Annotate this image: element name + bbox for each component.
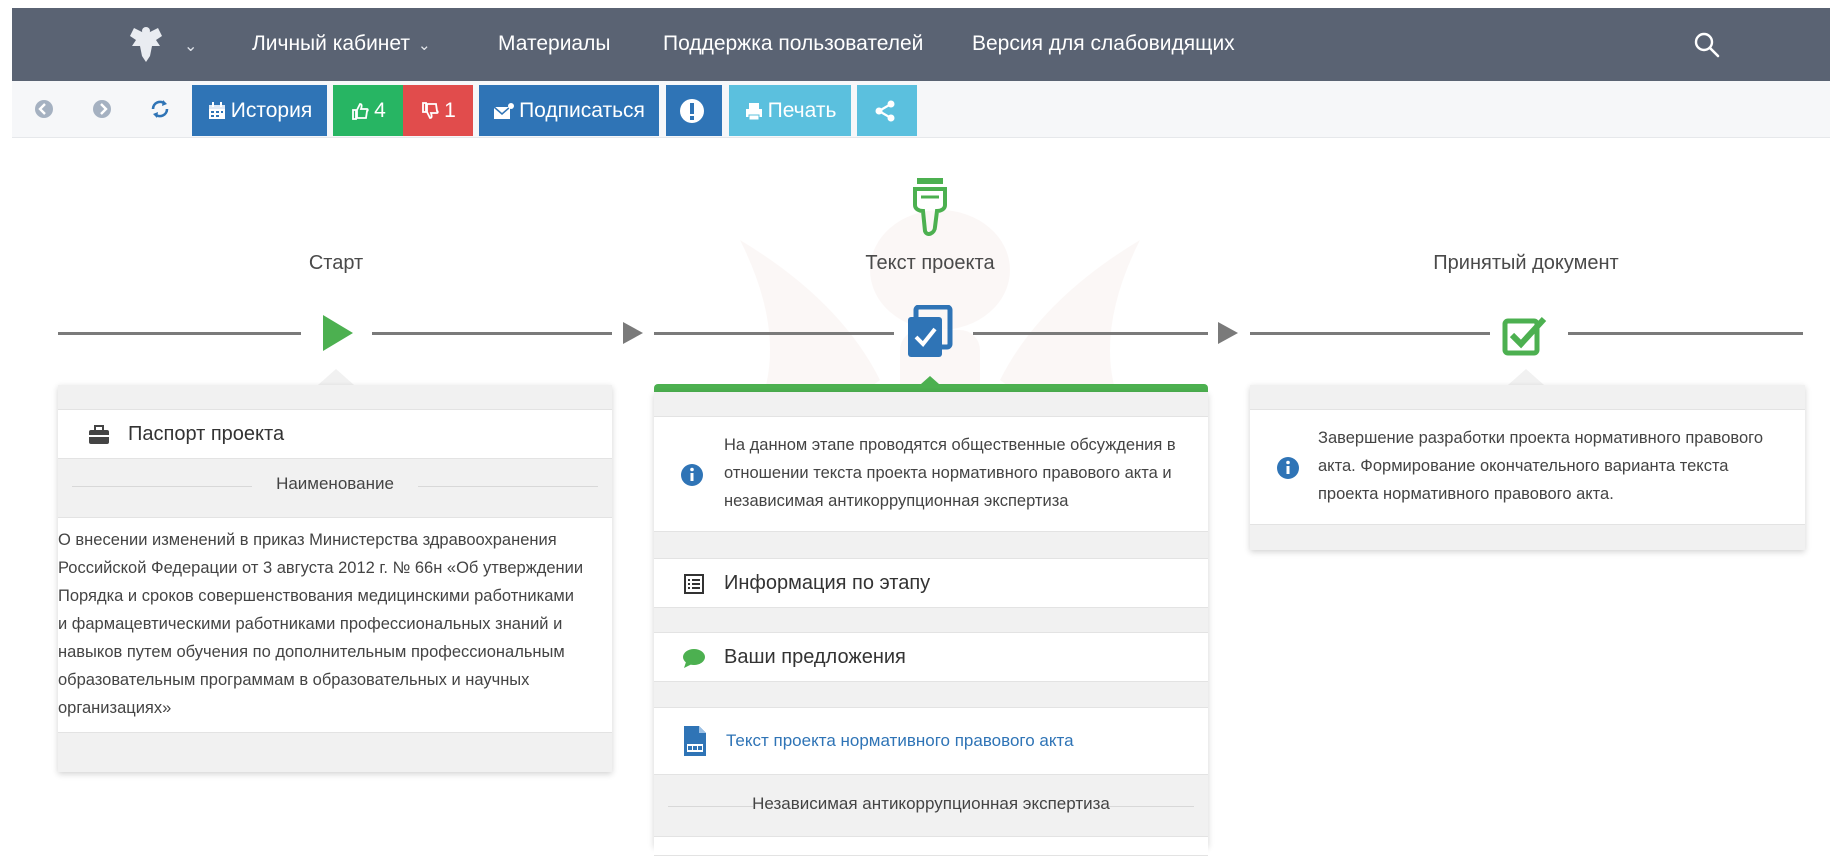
nav-item-label: Поддержка пользователей (663, 32, 924, 55)
share-icon (875, 100, 895, 122)
checked-doc-icon[interactable] (906, 305, 954, 360)
nav-user-support[interactable]: Поддержка пользователей (663, 32, 923, 56)
stage-title-accepted: Принятый документ (1433, 252, 1619, 274)
stage-info-text: На данном этапе проводятся общественные … (724, 431, 1176, 515)
accepted-card: Завершение разработки проекта нормативно… (1250, 385, 1805, 550)
like-button[interactable]: 4 (333, 85, 403, 136)
emblem-icon[interactable] (124, 22, 168, 66)
print-button[interactable]: Печать (729, 85, 851, 136)
info-icon (681, 464, 703, 486)
accepted-info-block: Завершение разработки проекта нормативно… (1250, 409, 1805, 525)
name-section-title: Наименование (276, 474, 394, 493)
refresh-icon[interactable] (148, 97, 172, 121)
nav-accessibility-version[interactable]: Версия для слабовидящих (972, 32, 1235, 56)
forward-icon[interactable] (90, 97, 114, 121)
project-name-line: Российской Федерации от 3 августа 2012 г… (58, 559, 584, 577)
accepted-info-text: Завершение разработки проекта нормативно… (1318, 424, 1763, 508)
history-button[interactable]: История (192, 85, 327, 136)
briefcase-icon (89, 425, 109, 444)
nav-item-label: Личный кабинет (252, 32, 410, 55)
dislike-button[interactable]: 1 (403, 85, 473, 136)
envelope-icon (493, 103, 515, 120)
exclamation-icon (680, 99, 704, 124)
search-icon[interactable] (1692, 30, 1722, 60)
nav-item-label: Версия для слабовидящих (972, 32, 1235, 55)
document-row[interactable]: Текст проекта нормативного правового акт… (654, 707, 1208, 775)
chevron-down-icon[interactable]: ⌄ (184, 36, 197, 56)
project-name-line: образовательным программам в образовател… (58, 671, 530, 689)
print-icon (745, 103, 762, 121)
chevron-down-icon: ⌄ (418, 37, 431, 54)
check-square-icon[interactable] (1502, 313, 1548, 357)
stage-info-block: На данном этапе проводятся общественные … (654, 416, 1208, 532)
accepted-info-line: Завершение разработки проекта нормативно… (1318, 429, 1764, 447)
nav-item-label: Материалы (498, 32, 611, 55)
project-name-line: Порядка и сроков совершенствования медиц… (58, 587, 574, 605)
card-pointer (318, 369, 354, 385)
start-card: Паспорт проекта Наименование О внесении … (58, 385, 612, 772)
project-name-line: и фармацевтическими работниками професси… (58, 615, 563, 633)
back-icon[interactable] (32, 97, 56, 121)
toolbar: История 4 1 Подписаться Печать (12, 81, 1830, 138)
share-button[interactable] (857, 85, 917, 136)
passport-label: Паспорт проекта (128, 423, 285, 445)
subscribe-label: Подписаться (519, 99, 645, 122)
history-label: История (230, 99, 313, 122)
project-text-link[interactable]: Текст проекта нормативного правового акт… (726, 731, 1074, 751)
timeline-segment (58, 332, 301, 335)
dislikes-count: 1 (444, 99, 456, 122)
timeline-segment (654, 332, 894, 335)
expertise-section-divider: Независимая антикоррупционная экспертиза (668, 781, 1194, 831)
thumbs-up-icon (352, 103, 369, 121)
stage-title-start: Старт (308, 252, 364, 274)
card-pointer (912, 376, 948, 392)
pointing-hand-icon (913, 178, 947, 236)
stage-info-row[interactable]: Информация по этапу (654, 558, 1208, 608)
stage-title-project-text: Текст проекта (865, 252, 995, 274)
thumbs-down-icon (422, 102, 439, 120)
subscribe-button[interactable]: Подписаться (479, 85, 659, 136)
comment-icon (683, 649, 705, 668)
card-pointer (1508, 369, 1544, 385)
stage-info-line: независимая антикоррупционная экспертиза (724, 492, 1069, 510)
name-section-divider: Наименование (72, 461, 598, 511)
document-icon (684, 726, 706, 756)
project-name-line: навыков путем обучения по дополнительным… (58, 643, 565, 661)
project-name-line: организациях» (58, 699, 172, 717)
play-icon[interactable] (320, 313, 356, 353)
stage-info-line: отношении текста проекта нормативного пр… (724, 464, 1172, 482)
project-name-block: О внесении изменений в приказ Министерст… (58, 517, 612, 733)
nav-personal-cabinet[interactable]: Личный кабинет ⌄ (252, 32, 431, 56)
timeline-segment (973, 332, 1208, 335)
accepted-info-line: акта. Формирование окончательного вариан… (1318, 457, 1729, 475)
timeline-segment (372, 332, 612, 335)
accepted-info-line: проекта нормативного правового акта. (1318, 485, 1614, 503)
project-text-card: На данном этапе проводятся общественные … (654, 392, 1208, 856)
expertise-content (654, 836, 1208, 856)
stage-info-line: На данном этапе проводятся общественные … (724, 436, 1176, 454)
top-navigation: ⌄ Личный кабинет ⌄ Материалы Поддержка по… (12, 8, 1830, 81)
nav-materials[interactable]: Материалы (498, 32, 610, 56)
proposals-row[interactable]: Ваши предложения (654, 632, 1208, 682)
list-icon (684, 574, 704, 594)
stage-info-label: Информация по этапу (724, 572, 931, 594)
report-button[interactable] (666, 85, 722, 136)
calendar-icon (208, 102, 225, 120)
passport-row[interactable]: Паспорт проекта (58, 409, 612, 459)
timeline-segment (1568, 332, 1803, 335)
timeline-segment (1250, 332, 1490, 335)
expertise-section-title: Независимая антикоррупционная экспертиза (752, 794, 1110, 813)
print-label: Печать (767, 99, 837, 122)
likes-count: 4 (374, 99, 386, 122)
timeline-arrow (623, 322, 643, 344)
proposals-label: Ваши предложения (724, 646, 906, 668)
timeline-arrow (1218, 322, 1238, 344)
project-name-line: О внесении изменений в приказ Министерст… (58, 531, 557, 549)
info-icon (1277, 457, 1299, 479)
project-name-text: О внесении изменений в приказ Министерст… (58, 526, 612, 722)
